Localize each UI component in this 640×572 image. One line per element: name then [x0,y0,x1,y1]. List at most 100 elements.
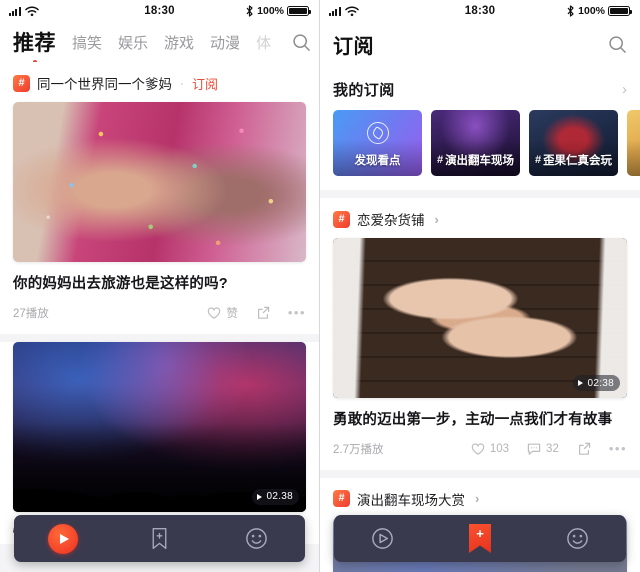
status-time: 18:30 [144,5,175,17]
search-icon[interactable] [608,35,627,54]
video-thumbnail[interactable]: 02:38 [333,238,627,398]
page-header: 订阅 [320,22,640,66]
status-bar-left: 18:30 100% [0,0,319,22]
video-thumbnail[interactable]: 02.38 [13,341,306,512]
hashtag-icon: # [436,154,444,166]
subscribe-link[interactable]: 订阅 [192,74,218,93]
play-count: 27播放 [13,307,49,320]
dual-screen-container: 18:30 100% 推荐 搞笑 娱乐 游戏 动漫 体 # 同一个世界同一个爹妈… [0,0,640,572]
nav-bookmark-button[interactable] [130,515,190,562]
battery-icon [287,6,311,16]
share-button[interactable] [576,441,592,457]
page-title: 订阅 [333,35,374,58]
thumbnail-image-concert [13,341,306,512]
bookmark-plus-active-icon: + [468,524,491,553]
sub-card-foreigners[interactable]: # 歪果仁真会玩 [529,110,618,176]
share-button[interactable] [255,305,271,321]
tab-recommend[interactable]: 推荐 [13,27,56,57]
sub-card-performance[interactable]: # 演出翻车现场 [431,110,520,176]
channel-name[interactable]: 演出翻车现场大赏 [357,489,465,509]
card-shade [627,110,640,176]
tab-anime[interactable]: 动漫 [210,32,240,53]
hashtag-badge-icon: # [333,210,350,228]
share-icon [578,442,591,455]
screen-subscriptions: 18:30 100% 订阅 我的订阅 › 发现看点 # 演出翻车现场 # 歪果仁… [320,0,640,572]
status-time: 18:30 [464,5,496,17]
action-group: 赞 ••• [206,305,306,321]
thumbnail-image-hands [333,238,627,398]
tab-funny[interactable]: 搞笑 [72,32,102,53]
tab-entertainment[interactable]: 娱乐 [118,32,148,53]
status-bar-right: 18:30 100% [320,0,640,22]
channel-row[interactable]: # 恋爱杂货铺 › [320,198,640,238]
like-button[interactable]: 赞 [206,305,238,321]
play-circle-icon [372,528,393,549]
video-meta-row: 2.7万播放 103 32 ••• [320,431,640,470]
heart-icon [471,442,485,455]
channel-row[interactable]: # 同一个世界同一个爹妈 · 订阅 [0,62,319,102]
chevron-right-icon[interactable]: › [435,212,439,227]
action-group: 103 32 ••• [470,441,627,457]
label-text: 演出翻车现场 [445,155,515,167]
comment-icon [527,443,541,455]
channel-name[interactable]: 同一个世界同一个爹妈 [37,73,172,93]
nav-bookmark-button[interactable]: + [450,515,510,562]
tab-games[interactable]: 游戏 [164,32,194,53]
bottom-nav-bar-right: + [334,515,626,562]
nav-play-button[interactable] [353,515,413,562]
category-tab-bar: 推荐 搞笑 娱乐 游戏 动漫 体 [0,22,319,62]
feed-scroll-left[interactable]: # 同一个世界同一个爹妈 · 订阅 你的妈妈出去旅游也是这样的吗? 27播放 赞 [0,62,319,572]
nav-profile-button[interactable] [547,515,607,562]
video-thumbnail[interactable] [13,102,306,262]
chevron-right-icon[interactable]: › [475,491,479,506]
feed-scroll-right[interactable]: 我的订阅 › 发现看点 # 演出翻车现场 # 歪果仁真会玩 # 恋爱杂货铺 › … [320,66,640,572]
thumbnail-image-confetti [13,102,306,262]
chevron-right-icon[interactable]: › [622,81,627,98]
feed-card-1: # 恋爱杂货铺 › 02:38 勇敢的迈出第一步，主动一点我们才有故事 2.7万… [320,198,640,470]
share-icon [257,306,270,319]
hashtag-icon: # [534,154,542,166]
search-icon[interactable] [292,33,311,52]
more-options-button[interactable]: ••• [609,442,627,455]
label-text: 发现看点 [354,155,401,167]
like-button[interactable]: 103 [470,441,509,457]
bottom-nav-bar-left [14,515,305,562]
tab-sports[interactable]: 体 [256,32,271,53]
play-count: 2.7万播放 [333,443,384,456]
heart-icon [208,306,221,319]
screen-recommend: 18:30 100% 推荐 搞笑 娱乐 游戏 动漫 体 # 同一个世界同一个爹妈… [0,0,320,572]
channel-name[interactable]: 恋爱杂货铺 [357,209,425,229]
nav-play-button[interactable] [33,515,93,562]
compass-icon [366,122,389,144]
video-title[interactable]: 你的妈妈出去旅游也是这样的吗? [0,262,319,295]
video-meta-row: 27播放 赞 ••• [0,295,319,334]
play-triangle-icon [257,493,263,500]
channel-row[interactable]: # 演出翻车现场大赏 › [320,478,640,518]
duration-badge: 02:38 [573,375,620,391]
sub-card-partial[interactable]: #这 [627,110,640,176]
subscription-card-list[interactable]: 发现看点 # 演出翻车现场 # 歪果仁真会玩 [320,110,640,190]
sub-card-discover[interactable]: 发现看点 [333,110,422,176]
smiley-face-icon [246,528,267,549]
smiley-face-icon [566,528,588,549]
comment-count: 32 [546,442,559,455]
my-subscriptions-section: 我的订阅 › 发现看点 # 演出翻车现场 # 歪果仁真会玩 [320,66,640,190]
section-header[interactable]: 我的订阅 › [320,66,640,110]
more-options-button[interactable]: ••• [288,306,306,319]
play-triangle-icon [578,380,584,386]
sub-card-label: # 歪果仁真会玩 [535,152,612,176]
duration-badge: 02.38 [252,488,299,505]
feed-card-2: 02.38 惊了，这才是最长的... [0,341,319,545]
video-title[interactable]: 勇敢的迈出第一步，主动一点我们才有故事 [320,398,640,431]
separator-dot: · [180,76,184,90]
feed-card-1: # 同一个世界同一个爹妈 · 订阅 你的妈妈出去旅游也是这样的吗? 27播放 赞 [0,62,319,334]
section-title: 我的订阅 [333,82,395,99]
duration-text: 02.38 [266,491,293,503]
comment-button[interactable]: 32 [526,441,559,457]
sub-card-label: # 演出翻车现场 [437,152,514,176]
nav-profile-button[interactable] [227,515,287,562]
hashtag-badge-icon: # [333,490,350,508]
battery-icon [608,6,632,16]
bookmark-plus-icon [152,528,167,549]
hashtag-badge-icon: # [13,74,30,92]
